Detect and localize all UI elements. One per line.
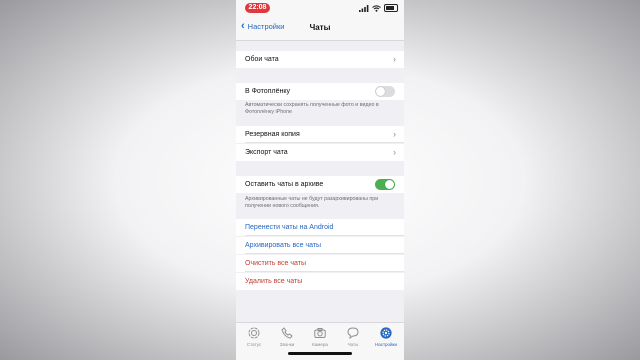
status-bar: 22:08 [236, 0, 404, 16]
archive-all-button[interactable]: Архивировать все чаты [236, 237, 404, 254]
wallpaper-row[interactable]: Обои чата › [236, 51, 404, 68]
settings-icon [380, 327, 392, 339]
keep-archived-label: Оставить чаты в архиве [245, 181, 324, 188]
status-icons [359, 3, 398, 13]
chevron-right-icon: › [393, 147, 396, 157]
export-chat-row[interactable]: Экспорт чата › [236, 144, 404, 161]
home-indicator [288, 352, 352, 355]
camera-roll-row: В Фотоплёнку [236, 83, 404, 100]
chevron-right-icon: › [393, 54, 396, 64]
delete-all-button[interactable]: Удалить все чаты [236, 273, 404, 290]
tab-label: Камера [312, 342, 328, 347]
tab-camera[interactable]: Камера [305, 327, 335, 347]
tab-status[interactable]: Статус [239, 327, 269, 347]
tab-calls[interactable]: Звонки [272, 327, 302, 347]
tab-chats[interactable]: Чаты [338, 327, 368, 347]
status-icon [248, 327, 260, 339]
tab-label: Настройки [374, 342, 398, 347]
tab-label: Чаты [347, 342, 359, 347]
camera-roll-note: Автоматически сохранять полученные фото … [245, 102, 379, 115]
navigation-bar: ‹ Настройки Чаты [236, 16, 404, 41]
wallpaper-label: Обои чата [245, 56, 279, 63]
tab-settings[interactable]: Настройки [371, 327, 401, 347]
chats-icon [347, 327, 359, 339]
wifi-icon [372, 4, 381, 12]
camera-roll-label: В Фотоплёнку [245, 88, 290, 95]
status-time: 22:08 [245, 3, 270, 13]
export-chat-label: Экспорт чата [245, 149, 288, 156]
backup-row[interactable]: Резервная копия › [236, 126, 404, 143]
phone-icon [281, 327, 293, 339]
camera-roll-toggle[interactable] [375, 86, 395, 97]
chevron-right-icon: › [393, 129, 396, 139]
move-to-android-button[interactable]: Перенести чаты на Android [236, 219, 404, 236]
backup-label: Резервная копия [245, 131, 300, 138]
keep-archived-row: Оставить чаты в архиве [236, 176, 404, 193]
signal-icon [359, 4, 369, 12]
camera-icon [314, 328, 326, 338]
clear-all-button[interactable]: Очистить все чаты [236, 255, 404, 272]
tab-label: Статус [246, 342, 262, 347]
battery-icon [384, 4, 398, 12]
tab-label: Звонки [279, 342, 295, 347]
page-title: Чаты [309, 23, 331, 32]
phone-screen: 22:08 ‹ Настройки Чаты Обои чата › В Фот… [236, 0, 404, 360]
keep-archived-toggle[interactable] [375, 179, 395, 190]
keep-archived-note: Архивированные чаты не будут разархивиро… [245, 196, 379, 209]
